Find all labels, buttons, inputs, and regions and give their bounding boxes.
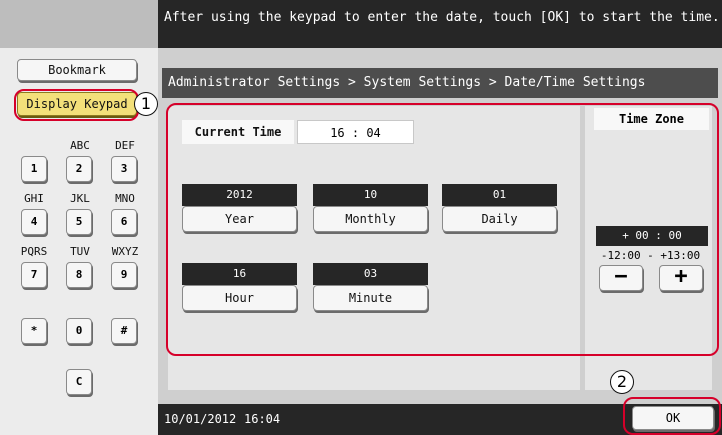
instruction-message: After using the keypad to enter the date…: [164, 10, 720, 25]
key-8-sublabel: TUV: [70, 245, 90, 258]
key-2-sublabel: ABC: [70, 139, 90, 152]
left-header: [0, 0, 158, 48]
key-5[interactable]: 5: [66, 209, 92, 235]
callout-1-outline: [14, 89, 139, 121]
key-9[interactable]: 9: [111, 262, 137, 288]
callout-1-panel-outline: [166, 103, 719, 356]
key-9-sublabel: WXYZ: [111, 245, 139, 258]
status-date: 10/01/2012: [164, 412, 237, 426]
key-hash[interactable]: #: [111, 318, 137, 344]
key-1[interactable]: 1: [21, 156, 47, 182]
status-time: 16:04: [244, 412, 281, 426]
key-7[interactable]: 7: [21, 262, 47, 288]
key-2[interactable]: 2: [66, 156, 92, 182]
callout-2-badge: 2: [610, 370, 634, 394]
key-3[interactable]: 3: [111, 156, 137, 182]
bookmark-button[interactable]: Bookmark: [17, 59, 137, 81]
key-7-sublabel: PQRS: [20, 245, 48, 258]
key-3-sublabel: DEF: [115, 139, 135, 152]
key-4[interactable]: 4: [21, 209, 47, 235]
key-0[interactable]: 0: [66, 318, 92, 344]
key-8[interactable]: 8: [66, 262, 92, 288]
key-clear[interactable]: C: [66, 369, 92, 395]
key-6[interactable]: 6: [111, 209, 137, 235]
callout-2-outline: [623, 397, 721, 435]
key-6-sublabel: MNO: [115, 192, 135, 205]
key-5-sublabel: JKL: [70, 192, 90, 205]
key-4-sublabel: GHI: [24, 192, 44, 205]
callout-1-badge: 1: [134, 92, 158, 116]
key-star[interactable]: *: [21, 318, 47, 344]
breadcrumb: Administrator Settings > System Settings…: [168, 75, 646, 90]
